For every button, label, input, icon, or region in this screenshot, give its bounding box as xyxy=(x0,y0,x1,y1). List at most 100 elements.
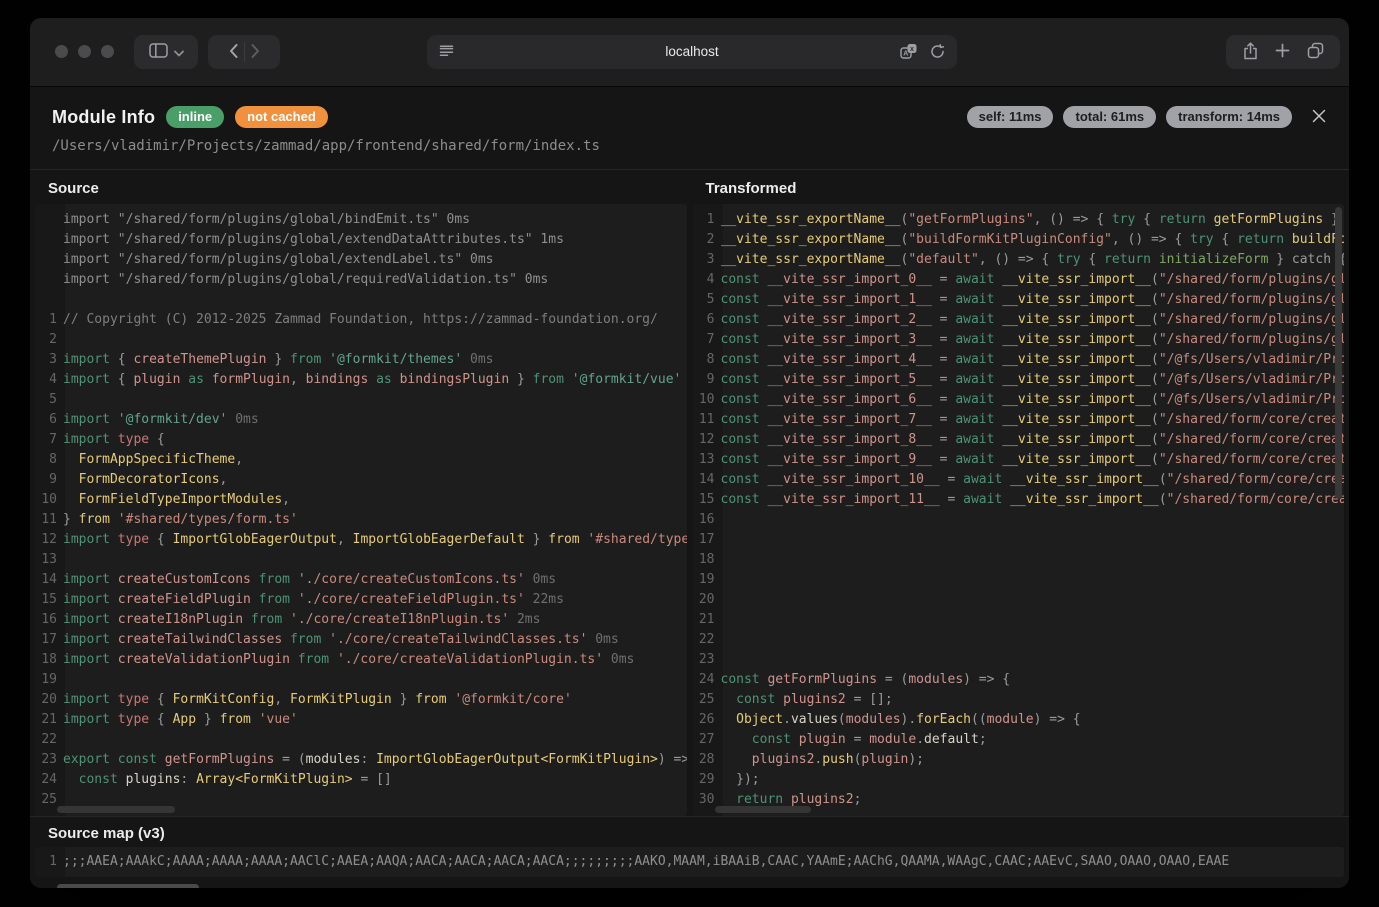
reload-icon[interactable] xyxy=(930,44,945,64)
line-number: 1 xyxy=(693,210,721,230)
code-text: }); xyxy=(721,770,1345,790)
url-text: localhost xyxy=(427,35,957,69)
code-text: const __vite_ssr_import_0__ = await __vi… xyxy=(721,270,1345,290)
code-line: 14import createCustomIcons from './core/… xyxy=(35,570,687,590)
code-line: 18import createValidationPlugin from './… xyxy=(35,650,687,670)
code-text xyxy=(63,730,687,750)
code-text xyxy=(63,670,687,690)
line-number: 11 xyxy=(35,510,63,530)
tab-overview-button[interactable] xyxy=(1307,42,1324,62)
code-line: 20 xyxy=(693,590,1345,610)
code-line: 19 xyxy=(693,570,1345,590)
line-number xyxy=(35,230,63,250)
forward-button[interactable] xyxy=(251,44,260,61)
code-line: 24const getFormPlugins = (modules) => { xyxy=(693,670,1345,690)
line-number: 21 xyxy=(35,710,63,730)
browser-toolbar: localhost x A xyxy=(30,18,1349,87)
line-number: 23 xyxy=(35,750,63,770)
transformed-code-editor[interactable]: 1__vite_ssr_exportName__("getFormPlugins… xyxy=(693,204,1345,816)
code-text: import createI18nPlugin from './core/cre… xyxy=(63,610,687,630)
code-line: 7import type { xyxy=(35,430,687,450)
code-line: 15import createFieldPlugin from './core/… xyxy=(35,590,687,610)
line-number: 8 xyxy=(693,350,721,370)
code-line: 13 xyxy=(35,550,687,570)
line-number: 3 xyxy=(35,350,63,370)
nav-button-group xyxy=(208,35,280,69)
back-button[interactable] xyxy=(229,44,238,61)
code-text: const plugin = module.default; xyxy=(721,730,1345,750)
line-number xyxy=(35,210,63,230)
sidebar-menu-button[interactable] xyxy=(174,45,184,60)
sourcemap-title: Source map (v3) xyxy=(35,817,1344,847)
line-number: 14 xyxy=(35,570,63,590)
code-line: 25 const plugins2 = []; xyxy=(693,690,1345,710)
code-text: import createFieldPlugin from './core/cr… xyxy=(63,590,687,610)
translate-icon[interactable]: x A xyxy=(900,43,917,65)
code-text: import createTailwindClasses from './cor… xyxy=(63,630,687,650)
tabs-icon xyxy=(1307,42,1324,62)
line-number: 17 xyxy=(693,530,721,550)
line-number: 7 xyxy=(35,430,63,450)
line-number: 1 xyxy=(35,852,63,872)
code-text xyxy=(721,630,1345,650)
code-line: import "/shared/form/plugins/global/exte… xyxy=(35,250,687,270)
line-number: 10 xyxy=(35,490,63,510)
chevron-down-icon xyxy=(174,45,184,60)
code-line: 9 FormDecoratorIcons, xyxy=(35,470,687,490)
close-window-button[interactable] xyxy=(55,45,68,58)
line-number: 9 xyxy=(35,470,63,490)
code-line: 7const __vite_ssr_import_3__ = await __v… xyxy=(693,330,1345,350)
code-line: 1;;;AAEA;AAAkC;AAAA;AAAA;AAAA;AAClC;AAEA… xyxy=(35,852,1344,872)
code-text: const plugins2 = []; xyxy=(721,690,1345,710)
code-text: FormDecoratorIcons, xyxy=(63,470,687,490)
transformed-horizontal-scrollbar-thumb[interactable] xyxy=(715,806,811,813)
code-line: 18 xyxy=(693,550,1345,570)
sidebar-toggle-button[interactable] xyxy=(149,43,168,61)
code-text: import type { App } from 'vue' xyxy=(63,710,687,730)
chevron-left-icon xyxy=(229,44,238,61)
close-button[interactable] xyxy=(1311,108,1327,127)
line-number: 2 xyxy=(35,330,63,350)
code-text xyxy=(63,330,687,350)
transformed-vertical-scrollbar-thumb[interactable] xyxy=(1335,207,1342,499)
code-text: FormAppSpecificTheme, xyxy=(63,450,687,470)
code-text: const __vite_ssr_import_9__ = await __vi… xyxy=(721,450,1345,470)
code-line: import "/shared/form/plugins/global/bind… xyxy=(35,210,687,230)
code-line: 21 xyxy=(693,610,1345,630)
sidebar-button-group xyxy=(134,35,198,69)
code-line: 10 FormFieldTypeImportModules, xyxy=(35,490,687,510)
line-number: 15 xyxy=(35,590,63,610)
code-line: 3import { createThemePlugin } from '@for… xyxy=(35,350,687,370)
line-number: 19 xyxy=(35,670,63,690)
share-button[interactable] xyxy=(1243,42,1258,63)
sourcemap-code-editor[interactable]: 1;;;AAEA;AAAkC;AAAA;AAAA;AAAA;AAClC;AAEA… xyxy=(35,847,1344,877)
address-bar[interactable]: localhost x A xyxy=(427,35,957,69)
code-line: 14const __vite_ssr_import_10__ = await _… xyxy=(693,470,1345,490)
code-line: 17 xyxy=(693,530,1345,550)
code-text xyxy=(721,570,1345,590)
line-number: 10 xyxy=(693,390,721,410)
zoom-window-button[interactable] xyxy=(101,45,114,58)
source-code-editor[interactable]: import "/shared/form/plugins/global/bind… xyxy=(35,204,687,816)
line-number: 6 xyxy=(35,410,63,430)
code-text xyxy=(721,650,1345,670)
code-line: 5const __vite_ssr_import_1__ = await __v… xyxy=(693,290,1345,310)
code-line: 22 xyxy=(35,730,687,750)
code-text: // Copyright (C) 2012-2025 Zammad Founda… xyxy=(63,310,687,330)
line-number xyxy=(35,250,63,270)
line-number: 13 xyxy=(35,550,63,570)
share-icon xyxy=(1243,42,1258,63)
sourcemap-section: Source map (v3) 1;;;AAEA;AAAkC;AAAA;AAAA… xyxy=(30,816,1349,888)
code-line: 2 xyxy=(35,330,687,350)
sourcemap-horizontal-scrollbar-thumb[interactable] xyxy=(57,884,199,888)
chevron-right-icon xyxy=(251,44,260,61)
transformed-panel-title: Transformed xyxy=(693,170,1345,204)
code-line: 13const __vite_ssr_import_9__ = await __… xyxy=(693,450,1345,470)
minimize-window-button[interactable] xyxy=(78,45,91,58)
code-text: import createValidationPlugin from './co… xyxy=(63,650,687,670)
code-line: 3__vite_ssr_exportName__("default", () =… xyxy=(693,250,1345,270)
new-tab-button[interactable] xyxy=(1275,43,1290,61)
sidebar-icon xyxy=(149,43,168,61)
source-horizontal-scrollbar-thumb[interactable] xyxy=(57,806,175,813)
line-number: 20 xyxy=(693,590,721,610)
